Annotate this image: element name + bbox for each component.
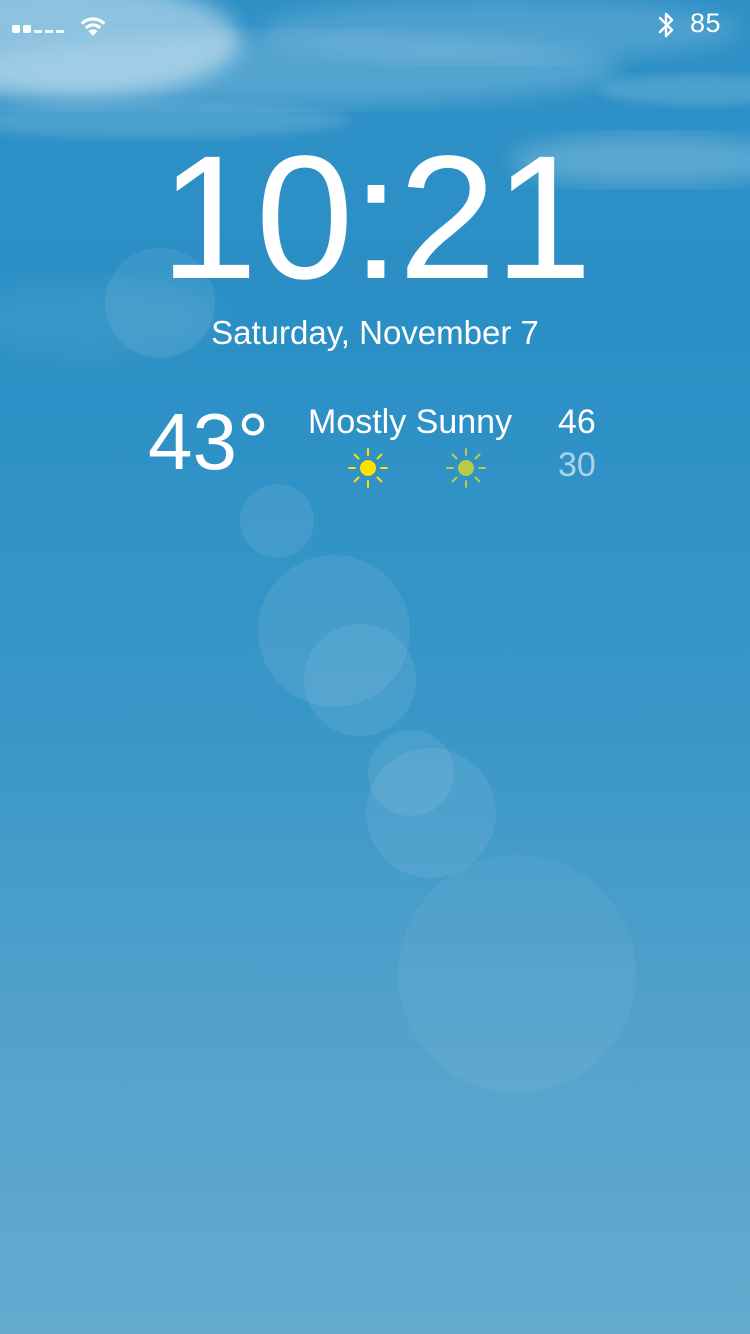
sun-icon [446,448,486,488]
status-bar: 85 [0,0,750,50]
clock-time: 10:21 [159,120,592,316]
low-temperature: 30 [558,446,596,484]
bokeh-light [398,855,636,1093]
sun-icon [348,448,388,488]
clock-date: Saturday, November 7 [211,314,539,351]
lock-screen: 85 10:21 Saturday, November 7 43° Mostly… [0,0,750,1334]
bokeh-light [304,624,416,736]
bluetooth-icon [658,12,674,38]
bokeh-light [258,555,410,707]
battery-level: 85 [690,8,722,38]
signal-icon [12,25,64,33]
weather-condition: Mostly Sunny [308,403,513,441]
weather-widget[interactable]: 43° Mostly Sunny 46 30 [0,390,750,500]
high-temperature: 46 [558,403,596,441]
bokeh-light [366,748,496,878]
current-temperature: 43° [148,397,269,486]
bokeh-light [368,730,454,816]
wifi-icon [80,17,106,36]
